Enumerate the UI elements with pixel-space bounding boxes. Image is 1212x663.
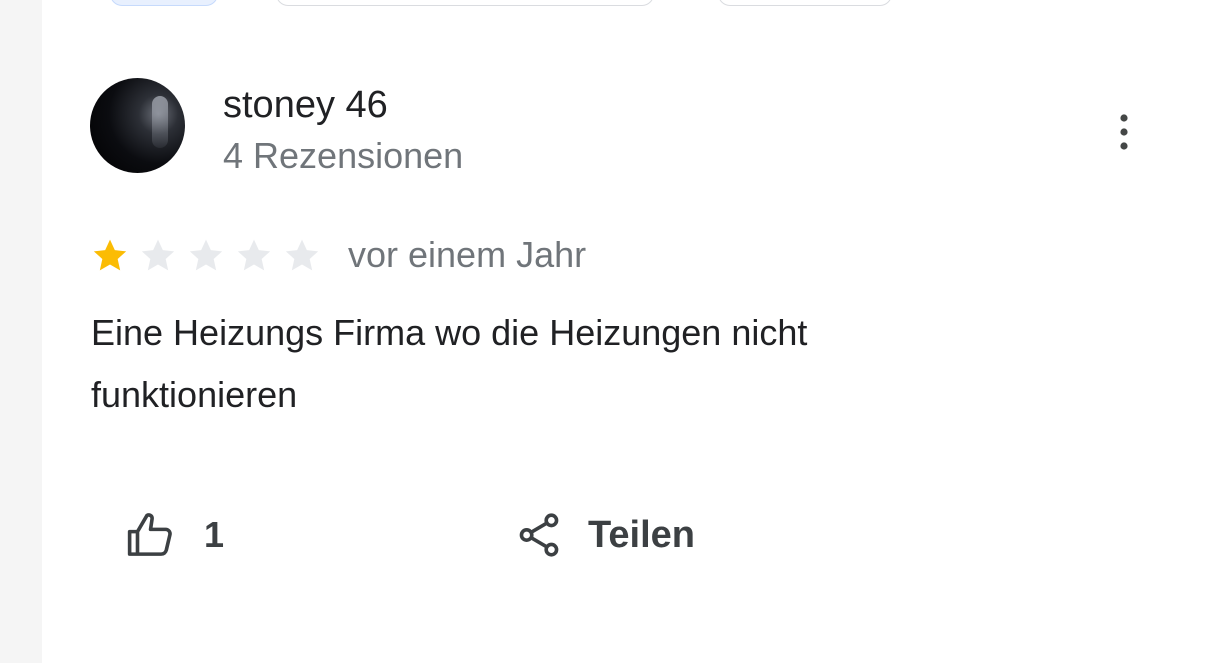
- share-label: Teilen: [588, 513, 695, 556]
- filter-chip[interactable]: [276, 0, 654, 6]
- thumb-up-icon: [127, 513, 172, 556]
- review-text: Eine Heizungs Firma wo die Heizungen nic…: [91, 312, 808, 415]
- star-rating: [90, 234, 330, 278]
- share-button[interactable]: Teilen: [512, 500, 695, 570]
- star-empty-icon: [237, 239, 271, 271]
- review-date: vor einem Jahr: [348, 234, 587, 275]
- avatar[interactable]: [90, 78, 185, 173]
- star-empty-icon: [189, 239, 223, 271]
- filter-chip[interactable]: [110, 0, 218, 6]
- author-reviews-count[interactable]: 4 Rezensionen: [223, 134, 463, 178]
- like-count: 1: [204, 514, 225, 555]
- star-filled-icon: [93, 239, 127, 271]
- like-button[interactable]: 1: [124, 500, 224, 570]
- share-icon: [519, 513, 559, 557]
- star-empty-icon: [285, 239, 319, 271]
- star-empty-icon: [141, 239, 175, 271]
- more-options-button[interactable]: [1104, 106, 1144, 158]
- avatar-highlight: [152, 96, 168, 148]
- author-name[interactable]: stoney 46: [223, 82, 388, 128]
- more-vert-icon: [1120, 114, 1128, 150]
- review-card: stoney 46 4 Rezensionen vor einem Jahr E…: [42, 0, 1212, 663]
- filter-chip[interactable]: [718, 0, 892, 6]
